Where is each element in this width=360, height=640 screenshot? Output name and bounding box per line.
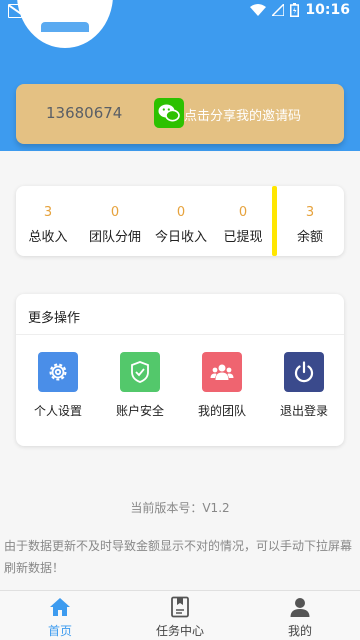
logout-button[interactable]: 退出登录 — [264, 352, 344, 419]
invite-phone: 13680674 — [46, 104, 123, 122]
more-operations-card: 更多操作 个人设置 账户安全 我的团队 退出登录 — [16, 294, 344, 446]
tab-task-center[interactable]: 任务中心 — [120, 591, 240, 640]
stat-label: 余额 — [296, 230, 323, 245]
refresh-notice: 由于数据更新不及时导致金额显示不对的情况，可以手动下拉屏幕刷新数据！ — [4, 539, 353, 575]
task-icon — [171, 596, 189, 618]
tab-mine[interactable]: 我的 — [240, 591, 360, 640]
stat-label: 总收入 — [28, 230, 68, 245]
shield-icon — [120, 352, 160, 392]
divider — [16, 334, 344, 335]
stat-total-income[interactable]: 3 总收入 — [16, 186, 80, 256]
tab-home[interactable]: 首页 — [0, 591, 120, 640]
stat-today-income[interactable]: 0 今日收入 — [148, 186, 214, 256]
stats-divider — [272, 186, 277, 256]
version-text: 当前版本号：V1.2 — [130, 501, 230, 515]
signal-icon — [272, 4, 285, 16]
user-icon — [290, 598, 310, 617]
wechat-icon[interactable] — [154, 98, 184, 128]
stat-value: 0 — [176, 205, 186, 220]
share-invite-link[interactable]: 点击分享我的邀请码 — [184, 105, 301, 124]
stat-value: 3 — [305, 205, 315, 220]
tab-label: 首页 — [47, 624, 72, 638]
personal-settings-button[interactable]: 个人设置 — [18, 352, 98, 419]
stat-withdrawn[interactable]: 0 已提现 — [214, 186, 272, 256]
status-bar: 10:16 — [0, 0, 360, 24]
account-security-button[interactable]: 账户安全 — [100, 352, 180, 419]
wifi-icon — [250, 4, 267, 16]
tab-label: 任务中心 — [155, 624, 204, 638]
section-title: 更多操作 — [28, 311, 81, 326]
power-icon — [284, 352, 324, 392]
status-time: 10:16 — [305, 2, 350, 18]
stat-balance[interactable]: 3 余额 — [280, 186, 340, 256]
gear-icon — [38, 352, 78, 392]
op-label: 我的团队 — [197, 404, 246, 418]
notification-icon — [8, 4, 22, 18]
op-label: 账户安全 — [115, 404, 164, 418]
stat-value: 3 — [43, 205, 53, 220]
my-team-button[interactable]: 我的团队 — [182, 352, 262, 419]
stats-card: 3 总收入 0 团队分佣 0 今日收入 0 已提现 3 余额 — [16, 186, 344, 256]
tab-label: 我的 — [287, 624, 312, 638]
stat-label: 今日收入 — [154, 230, 207, 245]
invite-card[interactable]: 13680674 点击分享我的邀请码 — [16, 84, 344, 144]
stat-value: 0 — [238, 205, 248, 220]
battery-icon — [290, 3, 300, 17]
team-icon — [202, 352, 242, 392]
stat-label: 已提现 — [223, 230, 263, 245]
op-label: 退出登录 — [279, 404, 328, 418]
home-icon — [50, 598, 70, 616]
stat-team-commission[interactable]: 0 团队分佣 — [82, 186, 148, 256]
op-label: 个人设置 — [33, 404, 82, 418]
stat-label: 团队分佣 — [88, 230, 141, 245]
stat-value: 0 — [110, 205, 120, 220]
bottom-tab-bar: 首页 任务中心 我的 — [0, 590, 360, 640]
